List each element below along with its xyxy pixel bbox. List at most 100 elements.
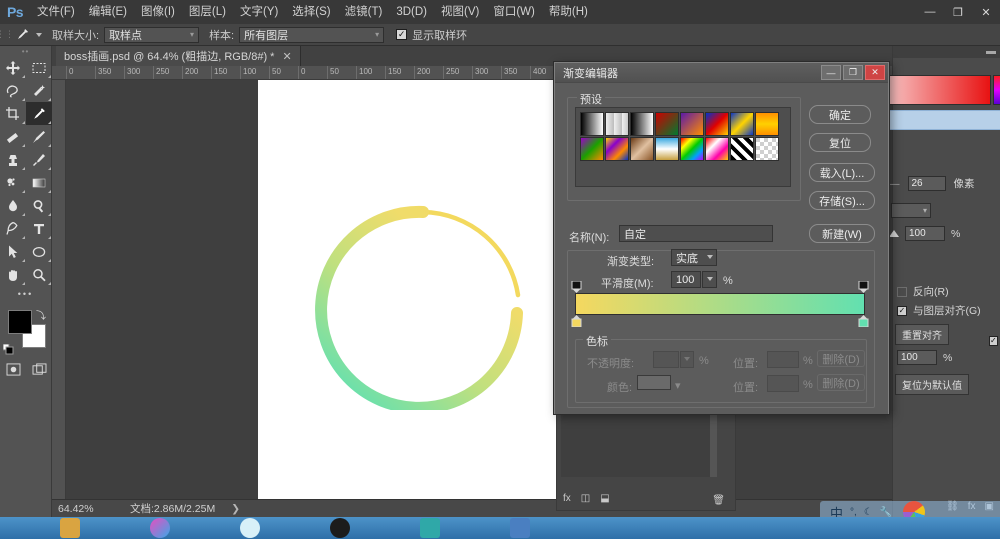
new-button[interactable]: 新建(W) — [809, 224, 875, 243]
smoothness-input[interactable]: 100 — [671, 271, 701, 288]
menu-item-5[interactable]: 选择(S) — [285, 0, 337, 24]
tools-panel-grip[interactable]: •• — [0, 46, 51, 56]
ime-punctuation-icon[interactable]: °, — [850, 507, 857, 518]
taskbar-item-1[interactable] — [60, 518, 80, 538]
dither-row[interactable]: ✓ 仿色 — [989, 326, 1000, 356]
dialog-minimize-button[interactable]: — — [821, 65, 841, 80]
taskbar-item-5[interactable] — [420, 518, 440, 538]
ime-moon-icon[interactable]: ☾ — [864, 507, 873, 518]
hand-tool[interactable] — [0, 263, 26, 286]
align-layer-checkbox[interactable]: ✓ — [897, 306, 907, 316]
preset-orange-yellow-orange[interactable] — [755, 112, 779, 136]
swap-colors-icon[interactable]: ⤵ — [36, 307, 46, 322]
layers-scrollbar[interactable] — [710, 411, 717, 477]
gradient-type-select[interactable]: 实底 — [671, 249, 717, 266]
dither-checkbox[interactable]: ✓ — [989, 336, 998, 346]
ime-tool-icon[interactable]: 🔧 — [880, 507, 892, 518]
taskbar-item-6[interactable] — [510, 518, 530, 538]
menu-item-0[interactable]: 文件(F) — [30, 0, 82, 24]
selected-row-highlight[interactable] — [885, 110, 1000, 130]
eyedropper-tool[interactable] — [26, 102, 52, 125]
zoom-level[interactable]: 64.42% — [52, 503, 114, 515]
taskbar-item-3[interactable] — [240, 518, 260, 538]
type-tool[interactable] — [26, 217, 52, 240]
quick-select-tool[interactable] — [26, 79, 52, 102]
preset-red-green[interactable] — [655, 112, 679, 136]
fill-input[interactable]: 100 — [897, 350, 937, 365]
menu-item-1[interactable]: 编辑(E) — [82, 0, 134, 24]
preset-transparent-stripes[interactable] — [730, 137, 754, 161]
ellipse-tool[interactable] — [26, 240, 52, 263]
dialog-close-button[interactable]: ✕ — [865, 65, 885, 80]
move-tool[interactable] — [0, 56, 26, 79]
preset-black-white[interactable] — [630, 112, 654, 136]
smoothness-stepper[interactable] — [702, 271, 717, 288]
brush-tool[interactable] — [26, 125, 52, 148]
lasso-tool[interactable] — [0, 79, 26, 102]
preset-blue-yellow-blue[interactable] — [730, 112, 754, 136]
show-sampling-ring-checkbox[interactable]: ✓ — [396, 29, 407, 40]
preset-spectrum[interactable] — [680, 137, 704, 161]
opacity-input[interactable]: 100 — [905, 226, 945, 241]
reset-to-default-button[interactable]: 复位为默认值 — [895, 374, 969, 395]
preset-violet-green-orange[interactable] — [580, 137, 604, 161]
color-stop-swatch[interactable] — [637, 375, 671, 390]
quick-mask-icon[interactable] — [0, 358, 26, 381]
mode-select[interactable]: ▾ — [891, 203, 931, 218]
more-tools-button[interactable]: ••• — [0, 286, 51, 302]
presets-list[interactable] — [575, 107, 791, 187]
preset-foreground-to-transparent[interactable] — [605, 112, 629, 136]
blur-tool[interactable] — [0, 194, 26, 217]
ok-button[interactable]: 确定 — [809, 105, 871, 124]
status-expand-icon[interactable]: ❯ — [215, 503, 240, 515]
preset-violet-orange[interactable] — [680, 112, 704, 136]
zoom-tool[interactable] — [26, 263, 52, 286]
taskbar-item-4[interactable] — [330, 518, 350, 538]
menu-item-8[interactable]: 视图(V) — [434, 0, 486, 24]
add-mask-icon[interactable]: ◫ — [581, 493, 590, 504]
color-stop-right[interactable] — [858, 315, 869, 327]
new-layer-icon[interactable]: ⬓ — [600, 493, 609, 504]
save-button[interactable]: 存储(S)... — [809, 191, 875, 210]
eyedropper-icon[interactable] — [10, 25, 34, 45]
opacity-stop-input[interactable] — [653, 351, 679, 368]
maximize-button[interactable]: ❐ — [944, 0, 972, 24]
load-button[interactable]: 载入(L)... — [809, 163, 875, 182]
close-button[interactable]: ✕ — [972, 0, 1000, 24]
reset-button[interactable]: 复位 — [809, 133, 871, 152]
menu-item-10[interactable]: 帮助(H) — [542, 0, 595, 24]
vertical-ruler[interactable] — [52, 80, 66, 517]
gradient-bar[interactable] — [575, 293, 865, 315]
minimize-button[interactable]: — — [916, 0, 944, 24]
color-delete-button[interactable]: 删除(D) — [817, 374, 865, 391]
dodge-tool[interactable] — [26, 194, 52, 217]
close-icon[interactable]: ✕ — [282, 50, 291, 63]
eraser-tool[interactable] — [0, 171, 26, 194]
gradient-tool[interactable] — [26, 171, 52, 194]
name-input[interactable]: 自定 — [619, 225, 773, 242]
history-brush-tool[interactable] — [26, 148, 52, 171]
menu-item-4[interactable]: 文字(Y) — [233, 0, 285, 24]
menu-item-6[interactable]: 滤镜(T) — [338, 0, 390, 24]
crop-tool[interactable] — [0, 102, 26, 125]
taskbar-item-2[interactable] — [150, 518, 170, 538]
default-colors-icon[interactable] — [3, 344, 13, 354]
opacity-location-input[interactable] — [767, 351, 799, 368]
clone-stamp-tool[interactable] — [0, 148, 26, 171]
preset-foreground-to-background[interactable] — [580, 112, 604, 136]
dialog-maximize-button[interactable]: ❐ — [843, 65, 863, 80]
healing-brush-tool[interactable] — [0, 125, 26, 148]
dialog-title-bar[interactable]: 渐变编辑器 — ❐ ✕ — [555, 63, 888, 83]
preset-transparent-rainbow[interactable] — [705, 137, 729, 161]
panel-menu-icon[interactable] — [986, 51, 996, 54]
preset-chrome[interactable] — [655, 137, 679, 161]
sample-select[interactable]: 所有图层 ▾ — [239, 27, 384, 43]
menu-item-9[interactable]: 窗口(W) — [486, 0, 542, 24]
preset-copper[interactable] — [630, 137, 654, 161]
pen-tool[interactable] — [0, 217, 26, 240]
preset-blue-red-yellow[interactable] — [705, 112, 729, 136]
gradient-preview-swatch[interactable] — [887, 75, 991, 105]
preset-transparent-checker[interactable] — [755, 137, 779, 161]
delete-layer-icon[interactable]: 🗑 — [712, 495, 725, 506]
reverse-checkbox[interactable] — [897, 287, 907, 297]
